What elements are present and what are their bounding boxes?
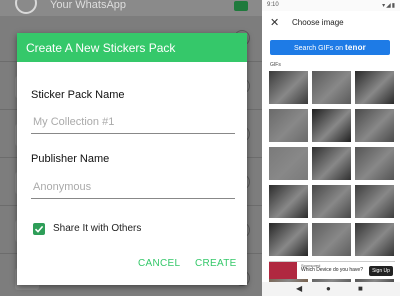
pack-name-label: Sticker Pack Name xyxy=(31,89,125,101)
ad-thumbnail xyxy=(269,262,297,279)
gif-thumbnail[interactable] xyxy=(269,223,308,256)
gif-thumbnail[interactable] xyxy=(312,147,351,180)
cancel-button[interactable]: CANCEL xyxy=(138,258,180,269)
publisher-name-input[interactable]: Anonymous xyxy=(31,178,235,199)
ad-text: Which Device do you have? xyxy=(301,267,363,273)
gif-thumbnail[interactable] xyxy=(312,185,351,218)
gif-thumbnail[interactable] xyxy=(312,71,351,104)
publisher-name-placeholder: Anonymous xyxy=(33,181,92,193)
create-pack-dialog: Create A New Stickers Pack Sticker Pack … xyxy=(17,33,247,285)
dialog-header: Create A New Stickers Pack xyxy=(17,33,247,62)
ad-signup-button[interactable]: Sign Up xyxy=(369,266,393,276)
status-time: 9:10 xyxy=(267,2,279,8)
tenor-brand: tenor xyxy=(344,43,366,52)
share-checkbox[interactable] xyxy=(33,223,45,235)
gif-thumbnail[interactable] xyxy=(312,223,351,256)
gif-thumbnail[interactable] xyxy=(269,71,308,104)
gif-thumbnail[interactable] xyxy=(269,185,308,218)
picker-app-bar: ✕ Choose image xyxy=(262,12,400,34)
gif-thumbnail[interactable] xyxy=(355,223,394,256)
dialog-title: Create A New Stickers Pack xyxy=(26,41,176,55)
home-nav-icon[interactable]: ● xyxy=(326,284,331,293)
pack-name-placeholder: My Collection #1 xyxy=(33,116,115,128)
gif-thumbnail[interactable] xyxy=(355,71,394,104)
recents-nav-icon[interactable]: ■ xyxy=(358,284,363,293)
search-gifs-prefix: Search GIFs on xyxy=(294,45,344,52)
pack-name-input[interactable]: My Collection #1 xyxy=(31,113,235,134)
ad-banner[interactable]: Sponsored Which Device do you have? Sign… xyxy=(269,261,395,279)
gif-thumbnail[interactable] xyxy=(269,109,308,142)
gifs-section-label: GIFs xyxy=(270,62,281,68)
badge-icon xyxy=(234,1,248,11)
add-circle-icon xyxy=(15,0,37,14)
right-phone-screen: 9:10 ▾◢▮ ✕ Choose image Search GIFs on t… xyxy=(262,0,400,296)
back-nav-icon[interactable]: ◀ xyxy=(296,284,302,293)
gif-thumbnail[interactable] xyxy=(312,109,351,142)
close-icon[interactable]: ✕ xyxy=(270,16,279,29)
status-bar: 9:10 ▾◢▮ xyxy=(262,0,400,11)
nav-bar: ◀ ● ■ xyxy=(262,282,400,296)
gif-thumbnail[interactable] xyxy=(355,147,394,180)
gif-thumbnail[interactable] xyxy=(269,147,308,180)
left-phone-screen: Your WhatsApp + + + + + + Create A New S… xyxy=(0,0,262,296)
background-row-title: Your WhatsApp xyxy=(50,0,127,11)
create-button[interactable]: CREATE xyxy=(195,258,237,269)
publisher-label: Publisher Name xyxy=(31,153,110,165)
checkmark-icon xyxy=(34,225,44,233)
background-header: Your WhatsApp xyxy=(0,0,262,16)
picker-title: Choose image xyxy=(292,18,344,27)
gif-thumbnail[interactable] xyxy=(355,185,394,218)
gif-thumbnail[interactable] xyxy=(355,109,394,142)
search-gifs-button[interactable]: Search GIFs on tenor xyxy=(270,40,390,55)
share-label: Share It with Others xyxy=(53,223,142,234)
status-icons: ▾◢▮ xyxy=(382,3,396,9)
